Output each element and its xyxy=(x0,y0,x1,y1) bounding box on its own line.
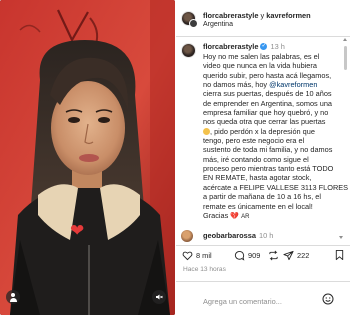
caption-line: nos queda otra que cerrar las puertas xyxy=(203,117,326,127)
post-dialog: ❤ florcabrerastyle y kavreformen Argenti… xyxy=(0,0,350,315)
comment-item: geobarbarossa 10 h xyxy=(176,229,344,243)
caption-author-avatar[interactable] xyxy=(181,43,196,58)
caption-body: Hoy no me salen las palabras, es el vide… xyxy=(203,52,349,222)
header-author-link[interactable]: florcabrerastyle xyxy=(203,11,258,20)
comment-time: 10 h xyxy=(259,231,274,240)
likes-count[interactable]: 8 mil xyxy=(196,251,212,260)
comment-head: geobarbarossa 10 h xyxy=(203,231,273,240)
speech-bubble-icon xyxy=(234,250,245,261)
comment-button[interactable]: 909 xyxy=(234,248,260,262)
video-frame xyxy=(0,0,175,315)
broken-heart-emoji-icon: 💔 xyxy=(230,212,240,220)
author-avatar[interactable] xyxy=(181,11,198,28)
scroll-up-arrow-icon[interactable] xyxy=(343,38,348,43)
comment-author-link[interactable]: geobarbarossa xyxy=(203,231,256,240)
repost-icon xyxy=(269,250,278,260)
add-comment-bar xyxy=(176,285,350,313)
sad-face-emoji-icon xyxy=(203,127,210,135)
header-joiner: y xyxy=(260,11,265,20)
action-bar: 8 mil 909 222 xyxy=(176,248,350,262)
caption-line: Hoy no me salen las palabras, es el xyxy=(203,52,320,61)
scrollbar-thumb[interactable] xyxy=(344,46,347,70)
caption-text-fragment: , pido perdón x la depresión que xyxy=(210,126,315,136)
heart-outline-icon xyxy=(182,251,193,260)
caption-line: Gracias 💔 AR xyxy=(203,211,341,222)
smiley-icon[interactable] xyxy=(322,293,334,305)
heart-sticker-icon: ❤ xyxy=(70,221,85,240)
caption-head: florcabrerastyle 13 h xyxy=(203,41,341,52)
header-authors: florcabrerastyle y kavreformen xyxy=(203,11,311,20)
post-video[interactable]: ❤ xyxy=(0,0,175,315)
caption-line: EN REMATE, hasta agotar stock, xyxy=(203,173,312,183)
tagged-users-icon[interactable] xyxy=(6,290,20,304)
caption-line: querido subir, pero hasta acá llegamos, xyxy=(203,70,332,80)
caption-line: más, iré contando como sigue el xyxy=(203,154,309,164)
comments-count[interactable]: 909 xyxy=(248,251,260,260)
header-divider xyxy=(176,36,350,37)
caption-line: acércate a FELIPE VALLESE 3113 FLORES xyxy=(203,182,349,192)
post-time-ago[interactable]: Hace 13 horas xyxy=(183,266,226,273)
caption-text-fragment: no damos más, hoy xyxy=(203,80,270,90)
comment-input[interactable] xyxy=(203,295,318,307)
caption-time: 13 h xyxy=(270,42,285,51)
scroll-down-arrow-icon[interactable] xyxy=(339,236,344,240)
flag-ar-text: AR xyxy=(241,213,250,220)
caption-line: , pido perdón x la depresión que xyxy=(203,127,341,136)
actions-divider xyxy=(176,245,350,246)
mute-icon[interactable] xyxy=(152,290,166,304)
caption-line: remate es únicamente en el local! xyxy=(203,201,313,211)
caption-line: a partir de mañana de 10 a 16 hs, el xyxy=(203,192,321,202)
header-location[interactable]: Argentina xyxy=(203,21,233,28)
comment-author-avatar[interactable] xyxy=(181,230,193,242)
caption-content: florcabrerastyle 13 h Hoy no me salen las… xyxy=(203,41,349,222)
bookmark-icon xyxy=(335,249,344,261)
shares-count[interactable]: 222 xyxy=(297,251,309,260)
caption-line: tengo, pero este negocio era el xyxy=(203,136,305,146)
caption-line: proceso pero mientras tanto está TODO xyxy=(203,164,334,174)
caption-line: sustento de toda mi familia, y no damos xyxy=(203,145,333,155)
input-divider xyxy=(176,281,350,282)
caption-mention-link[interactable]: @kavreformen xyxy=(269,80,317,89)
verified-badge-icon xyxy=(260,41,268,51)
caption-text-fragment: Gracias xyxy=(203,210,231,220)
header-collaborator-link[interactable]: kavreformen xyxy=(266,11,310,20)
caption-line: empresa familiar que hoy quebró, y no xyxy=(203,108,329,118)
repost-button[interactable] xyxy=(268,248,279,262)
save-button[interactable] xyxy=(334,249,345,261)
caption-line: video que nunca en la vida hubiera xyxy=(203,61,317,71)
caption-line: no damos más, hoy @kavreformen xyxy=(203,80,341,89)
post-side-panel: florcabrerastyle y kavreformen Argentina… xyxy=(176,0,350,315)
share-button[interactable]: 222 xyxy=(283,248,309,262)
caption-line: de emprender en Argentina, somos una xyxy=(203,98,333,108)
like-button[interactable]: 8 mil xyxy=(182,248,212,262)
caption-author-link[interactable]: florcabrerastyle xyxy=(203,42,258,51)
caption-line: cierra sus puertas, después de 10 años xyxy=(203,89,332,99)
comments-scrollbar[interactable] xyxy=(343,44,347,244)
post-header: florcabrerastyle y kavreformen Argentina xyxy=(176,0,350,36)
paper-plane-icon xyxy=(283,250,294,260)
